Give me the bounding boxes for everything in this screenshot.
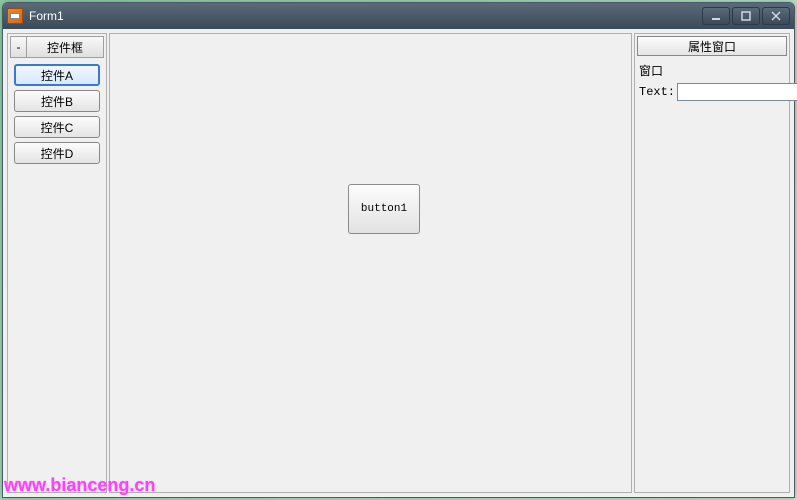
toolbox-title: 控件框 <box>27 39 103 56</box>
toolbox-panel: - 控件框 控件A 控件B 控件C 控件D <box>7 33 107 493</box>
app-icon <box>7 8 23 24</box>
collapse-icon[interactable]: - <box>11 37 27 57</box>
client-area: - 控件框 控件A 控件B 控件C 控件D button1 属性窗口 <box>3 29 794 497</box>
titlebar[interactable]: Form1 <box>3 3 794 29</box>
toolbox-item-label: 控件C <box>41 119 74 136</box>
toolbox-item-label: 控件A <box>41 67 73 84</box>
properties-object-label: 窗口 <box>639 62 663 79</box>
close-button[interactable] <box>762 7 790 25</box>
design-canvas[interactable]: button1 <box>109 33 632 493</box>
toolbox-header[interactable]: - 控件框 <box>10 36 104 58</box>
properties-text-input[interactable] <box>677 83 797 101</box>
window-controls <box>702 7 790 25</box>
app-window: Form1 - 控件框 控件A 控件B <box>2 2 795 498</box>
toolbox-item-label: 控件D <box>41 145 74 162</box>
toolbox-item-b[interactable]: 控件B <box>14 90 100 112</box>
placed-button-label: button1 <box>361 203 407 215</box>
properties-header: 属性窗口 <box>637 36 787 56</box>
toolbox-item-label: 控件B <box>41 93 73 110</box>
toolbox-item-c[interactable]: 控件C <box>14 116 100 138</box>
maximize-button[interactable] <box>732 7 760 25</box>
minimize-button[interactable] <box>702 7 730 25</box>
close-icon <box>771 11 781 21</box>
maximize-icon <box>741 11 751 21</box>
window-title: Form1 <box>29 9 702 23</box>
toolbox-item-d[interactable]: 控件D <box>14 142 100 164</box>
toolbox-item-a[interactable]: 控件A <box>14 64 100 86</box>
minimize-icon <box>711 11 721 21</box>
placed-button[interactable]: button1 <box>348 184 420 234</box>
properties-panel: 属性窗口 窗口 Text: <box>634 33 790 493</box>
properties-text-label: Text: <box>639 85 675 99</box>
